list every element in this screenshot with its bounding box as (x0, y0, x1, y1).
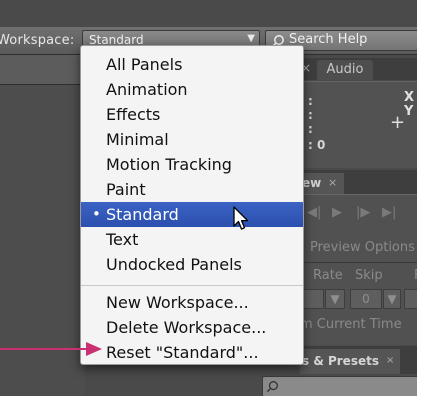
callout-arrow-line (0, 348, 92, 350)
menu-item-effects[interactable]: Effects (81, 102, 303, 127)
chevron-down-icon[interactable]: ▼ (325, 289, 345, 309)
close-icon[interactable]: × (386, 355, 394, 366)
app-window: Workspace: Standard ▼ Search Help × Audi… (0, 0, 417, 396)
tab-preview[interactable]: ew (300, 173, 344, 194)
chevron-down-icon: ▼ (247, 33, 255, 44)
menu-item-label: Text (106, 230, 139, 249)
last-frame-icon[interactable]: ▶| (382, 205, 396, 220)
left-panel-header (0, 55, 85, 85)
menu-item-all-panels[interactable]: All Panels (81, 52, 303, 77)
mouse-pointer-icon (233, 206, 249, 230)
menu-item-motion-tracking[interactable]: Motion Tracking (81, 152, 303, 177)
workspace-menu: All Panels Animation Effects Minimal Mot… (80, 45, 304, 365)
effects-search-input[interactable] (262, 376, 417, 396)
info-colon: : (308, 94, 313, 108)
info-alpha-value: : 0 (308, 138, 326, 152)
menu-item-label: Effects (106, 105, 161, 124)
chevron-down-icon[interactable]: ▼ (383, 289, 401, 309)
menu-item-paint[interactable]: Paint (81, 177, 303, 202)
skip-label: Skip (355, 268, 383, 283)
preview-options-label: Preview Options (310, 240, 415, 255)
menu-item-label: New Workspace... (106, 293, 249, 312)
info-colon: : (308, 122, 313, 136)
menu-item-standard[interactable]: • Standard (81, 202, 303, 227)
menu-item-label: Minimal (106, 130, 169, 149)
resolution-select[interactable] (404, 289, 417, 309)
menu-item-minimal[interactable]: Minimal (81, 127, 303, 152)
menu-item-label: All Panels (106, 55, 183, 74)
close-icon[interactable]: × (328, 176, 337, 189)
menu-divider (81, 285, 303, 286)
menu-item-delete-workspace[interactable]: Delete Workspace... (81, 315, 303, 340)
menu-item-text[interactable]: Text (81, 227, 303, 252)
search-icon (266, 381, 278, 393)
info-x-label: X (404, 90, 415, 105)
menu-item-label: Undocked Panels (106, 255, 242, 274)
menu-item-reset-workspace[interactable]: Reset "Standard"... (81, 340, 303, 365)
menu-item-label: Reset "Standard"... (106, 343, 259, 362)
crosshair-icon: + (390, 112, 406, 133)
page-margin (417, 0, 425, 396)
rate-label: Rate (313, 268, 343, 283)
tab-effects-presets[interactable]: s & Presets (300, 349, 400, 374)
menu-item-label: Delete Workspace... (106, 318, 267, 337)
menu-item-new-workspace[interactable]: New Workspace... (81, 290, 303, 315)
info-colon: : (308, 108, 313, 122)
menu-item-label: Animation (106, 80, 188, 99)
selected-bullet-icon: • (92, 205, 101, 223)
menu-item-undocked-panels[interactable]: Undocked Panels (81, 252, 303, 277)
divider (300, 262, 417, 263)
tab-audio[interactable]: Audio (317, 60, 373, 80)
menu-item-label: Motion Tracking (106, 155, 232, 174)
menu-item-animation[interactable]: Animation (81, 77, 303, 102)
step-back-icon[interactable]: ◀| (307, 205, 321, 220)
skip-select[interactable]: 0 (350, 289, 382, 309)
menu-item-label: Standard (106, 205, 179, 224)
callout-arrow-icon (86, 342, 102, 356)
step-forward-icon[interactable]: |▶ (356, 205, 370, 220)
workspace-label: Workspace: (0, 33, 75, 48)
from-current-time-checkbox[interactable]: m Current Time (300, 317, 402, 332)
play-icon[interactable]: ▶ (332, 205, 342, 220)
info-y-label: Y (404, 104, 414, 119)
menu-item-label: Paint (106, 180, 146, 199)
